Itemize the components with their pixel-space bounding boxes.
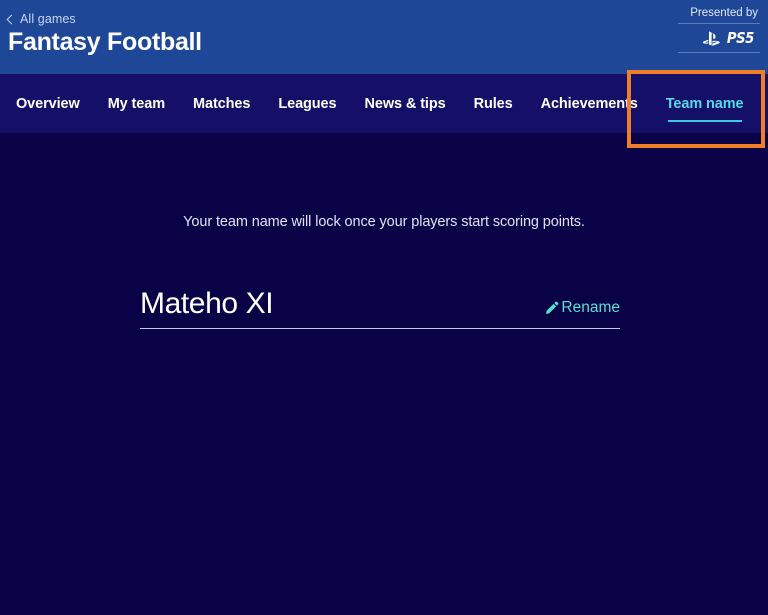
playstation-icon [703, 30, 720, 46]
nav-item-label: Overview [16, 95, 80, 112]
team-name-row: Mateho XI Rename [140, 288, 620, 329]
nav-item-rules[interactable]: Rules [460, 74, 527, 133]
nav-item-label: Achievements [540, 95, 638, 112]
ps5-wordmark: PS5 [727, 29, 755, 47]
main-content: Your team name will lock once your playe… [0, 133, 768, 615]
nav-item-matches[interactable]: Matches [179, 74, 264, 133]
nav-item-news-tips[interactable]: News & tips [350, 74, 459, 133]
nav-item-team-name[interactable]: Team name [652, 74, 758, 133]
sponsor-logo: PS5 [610, 27, 760, 49]
nav-item-label: My team [107, 95, 166, 112]
page-title: Fantasy Football [8, 28, 202, 56]
page-header: All games Fantasy Football Presented by … [0, 0, 768, 74]
nav-item-label: Rules [473, 95, 513, 112]
presented-by-label: Presented by [690, 7, 758, 19]
presented-divider-bottom [678, 52, 760, 53]
nav-item-label: Leagues [278, 95, 337, 112]
nav-item-leagues[interactable]: Leagues [264, 74, 350, 133]
nav-item-my-team[interactable]: My team [94, 74, 179, 133]
chevron-left-icon [6, 14, 17, 24]
main-navigation: Overview My team Matches Leagues News & … [0, 74, 768, 133]
pencil-icon [546, 301, 559, 314]
team-name-value: Mateho XI [140, 287, 274, 320]
nav-item-achievements[interactable]: Achievements [527, 74, 652, 133]
back-link-label: All games [20, 12, 76, 26]
rename-button-label: Rename [561, 298, 620, 316]
nav-item-label: Team name [665, 95, 744, 112]
back-to-all-games-link[interactable]: All games [6, 12, 76, 26]
nav-item-overview[interactable]: Overview [8, 74, 94, 133]
active-tab-underline [667, 119, 742, 122]
nav-items-container: Overview My team Matches Leagues News & … [0, 74, 768, 133]
team-name-lock-note: Your team name will lock once your playe… [183, 214, 585, 230]
presented-divider-top [678, 23, 760, 24]
nav-item-label: News & tips [364, 95, 446, 112]
nav-item-label: Matches [193, 95, 251, 112]
presented-by-block: Presented by PS5 [610, 7, 760, 53]
rename-button[interactable]: Rename [544, 299, 620, 320]
